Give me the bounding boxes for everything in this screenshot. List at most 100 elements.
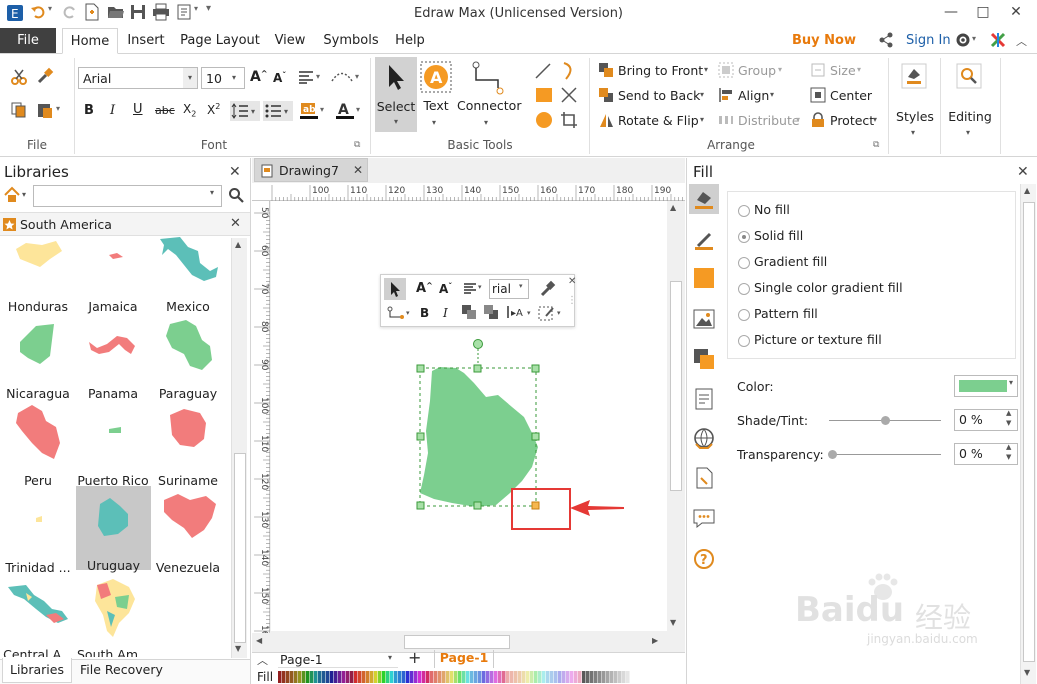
shrink-font-icon[interactable]: Aˇ xyxy=(273,71,286,85)
library-item-venezuela[interactable]: Venezuela xyxy=(152,494,224,582)
size-icon[interactable] xyxy=(810,62,826,78)
chevron-down-icon[interactable]: ▾ xyxy=(232,68,236,88)
line-tool-icon[interactable] xyxy=(534,62,552,80)
share-icon[interactable] xyxy=(878,32,894,48)
chevron-down-icon[interactable]: ▾ xyxy=(911,128,915,137)
library-item-honduras[interactable]: Honduras xyxy=(2,237,74,321)
mini-font-select[interactable]: rial ▾ xyxy=(489,279,529,299)
file-recovery-tab[interactable]: File Recovery xyxy=(80,662,163,677)
library-item-mexico[interactable]: Mexico xyxy=(152,237,224,321)
scroll-down-icon[interactable]: ▼ xyxy=(1024,668,1030,677)
chevron-down-icon[interactable]: ▾ xyxy=(700,90,704,99)
mini-connector-dropdown-icon[interactable]: ▾ xyxy=(406,309,410,317)
grow-font-icon[interactable]: A^ xyxy=(250,69,268,85)
chevron-down-icon[interactable]: ▾ xyxy=(704,65,708,74)
text-tool-label[interactable]: Text xyxy=(417,98,455,113)
bold-icon[interactable]: B xyxy=(84,103,94,118)
canvas-vscroll-thumb[interactable] xyxy=(670,281,682,491)
polyline-tool-icon[interactable] xyxy=(560,86,578,104)
collapse-ribbon-icon[interactable]: ︿ xyxy=(1016,33,1027,49)
ellipse-tool-icon[interactable] xyxy=(535,111,553,129)
align-icon[interactable] xyxy=(718,87,734,103)
chevron-down-icon[interactable]: ▾ xyxy=(519,282,523,290)
strikethrough-icon[interactable]: abc xyxy=(155,104,175,117)
tab-view[interactable]: View xyxy=(270,28,310,54)
single-color-gradient-radio[interactable] xyxy=(738,283,750,295)
spin-down-icon[interactable]: ▼ xyxy=(1006,453,1011,461)
no-fill-label[interactable]: No fill xyxy=(754,202,790,217)
library-scrollbar[interactable]: ▲ ▼ xyxy=(231,238,247,658)
bring-to-front-icon[interactable] xyxy=(598,62,614,78)
close-fill-panel-icon[interactable]: ✕ xyxy=(1017,164,1029,180)
chevron-down-icon[interactable]: ▾ xyxy=(210,188,214,197)
mini-toolbar-close-icon[interactable]: ✕ xyxy=(568,276,576,287)
scroll-left-icon[interactable]: ◀ xyxy=(256,636,262,645)
pattern-fill-radio[interactable] xyxy=(738,309,750,321)
scroll-up-icon[interactable]: ▲ xyxy=(1024,186,1030,195)
no-fill-radio[interactable] xyxy=(738,205,750,217)
chevron-down-icon[interactable]: ▾ xyxy=(1009,378,1013,387)
copy-icon[interactable] xyxy=(10,101,28,119)
mini-toolbar-grip-icon[interactable]: ⋮ xyxy=(567,295,577,306)
color-palette-strip[interactable] xyxy=(278,671,633,683)
library-item-panama[interactable]: Panama xyxy=(77,322,149,408)
underline-icon[interactable]: U xyxy=(133,102,143,117)
solid-fill-label[interactable]: Solid fill xyxy=(754,228,803,243)
shade-tint-spinner[interactable]: 0 % ▲ ▼ xyxy=(954,409,1018,431)
mini-format-painter-icon[interactable] xyxy=(539,280,557,298)
protect-label[interactable]: Protect xyxy=(830,113,874,128)
connector-tool-icon[interactable] xyxy=(470,60,506,96)
mini-bold-icon[interactable]: B xyxy=(420,306,429,320)
library-item-nicaragua[interactable]: Nicaragua xyxy=(2,322,74,408)
mini-edit-shape-dropdown-icon[interactable]: ▾ xyxy=(557,309,561,317)
fill-color-picker[interactable]: ▾ xyxy=(954,375,1018,397)
canvas-horizontal-scrollbar[interactable]: ◀ ▶ xyxy=(252,633,667,651)
editing-search-icon[interactable] xyxy=(956,63,982,89)
library-item-paraguay[interactable]: Paraguay xyxy=(152,320,224,408)
spin-down-icon[interactable]: ▼ xyxy=(1006,419,1011,427)
page-bar-collapse-icon[interactable]: ︿ xyxy=(257,652,268,668)
tab-page-layout[interactable]: Page Layout xyxy=(178,28,262,54)
mini-align-icon[interactable] xyxy=(463,281,477,295)
chevron-down-icon[interactable]: ▾ xyxy=(770,90,774,99)
picture-fill-label[interactable]: Picture or texture fill xyxy=(754,332,882,347)
font-color-icon[interactable]: A xyxy=(335,101,355,121)
align-label[interactable]: Align xyxy=(738,88,769,103)
mini-connector-icon[interactable] xyxy=(387,306,405,322)
mini-send-back-icon[interactable] xyxy=(483,304,499,320)
scroll-down-icon[interactable]: ▼ xyxy=(670,618,676,627)
mini-shrink-font-icon[interactable]: Aˇ xyxy=(439,282,452,296)
styles-icon[interactable] xyxy=(901,63,927,89)
image-panel-tab-icon[interactable] xyxy=(692,307,716,331)
align-text-icon[interactable] xyxy=(298,69,314,85)
scroll-up-icon[interactable]: ▲ xyxy=(670,203,676,212)
mini-italic-icon[interactable]: I xyxy=(443,306,448,320)
font-dialog-launcher-icon[interactable]: ⧉ xyxy=(354,140,360,150)
select-tool-button[interactable]: Select ▾ xyxy=(375,57,417,132)
library-item-jamaica[interactable]: Jamaica xyxy=(77,237,149,321)
text-curve-icon[interactable] xyxy=(330,68,354,84)
help-panel-tab-icon[interactable]: ? xyxy=(692,547,716,571)
tab-symbols[interactable]: Symbols xyxy=(318,28,384,54)
sign-in-link[interactable]: Sign In xyxy=(906,33,951,48)
chevron-down-icon[interactable]: ▾ xyxy=(966,128,970,137)
library-item-puerto-rico[interactable]: Puerto Rico xyxy=(77,409,149,495)
settings-dropdown-icon[interactable]: ▾ xyxy=(972,34,976,43)
restore-button[interactable]: □ xyxy=(972,2,994,22)
superscript-icon[interactable]: X2 xyxy=(207,102,220,117)
rotate-flip-icon[interactable] xyxy=(598,112,614,128)
library-item-peru[interactable]: Peru xyxy=(2,405,74,495)
libraries-bottom-tab[interactable]: Libraries xyxy=(2,658,72,683)
fill-panel-tab-icon[interactable] xyxy=(689,184,719,214)
close-tab-icon[interactable]: ✕ xyxy=(353,163,363,177)
mini-edit-shape-icon[interactable] xyxy=(537,304,557,322)
globe-panel-tab-icon[interactable] xyxy=(692,426,716,450)
page-select[interactable]: Page-1 ▾ xyxy=(278,650,398,668)
minimize-button[interactable]: — xyxy=(940,2,962,22)
close-section-icon[interactable]: ✕ xyxy=(230,216,241,231)
chevron-down-icon[interactable]: ▾ xyxy=(388,653,392,662)
chevron-down-icon[interactable]: ▾ xyxy=(700,115,704,124)
editing-label[interactable]: Editing xyxy=(944,109,996,124)
library-item-trinidad[interactable]: Trinidad ... xyxy=(2,496,74,582)
comment-panel-tab-icon[interactable] xyxy=(692,506,716,530)
